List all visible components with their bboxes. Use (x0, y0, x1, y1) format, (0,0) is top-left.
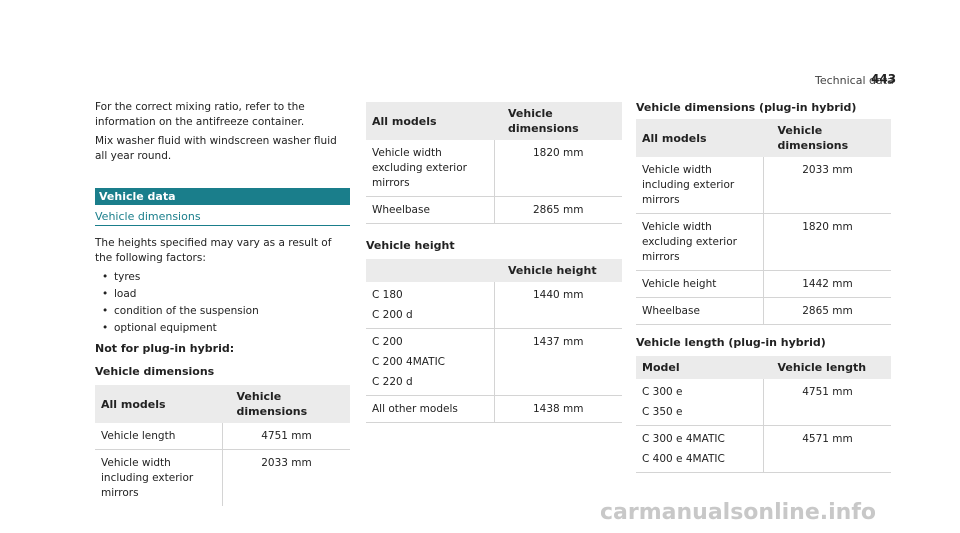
model-label: C 350 e (642, 406, 683, 418)
table-row: C 300 e C 350 e 4751 mm (636, 379, 891, 426)
dimensions-table: All models Vehicle dimensions Vehicle le… (95, 385, 350, 506)
plugin-dimensions-heading: Vehicle dimensions (plug-in hybrid) (636, 101, 857, 114)
model-label: C 200 d (372, 309, 413, 321)
plugin-length-table: Model Vehicle length C 300 e C 350 e 475… (636, 356, 891, 473)
model-label: C 300 e 4MATIC (642, 433, 725, 445)
table-cell: C 180 C 200 d (366, 282, 495, 329)
table-cell: C 200 C 200 4MATIC C 220 d (366, 328, 495, 396)
washer-fluid-paragraph: Mix washer fluid with windscreen washer … (95, 135, 337, 162)
table-header: Vehicle height (494, 259, 622, 282)
table-cell: C 300 e 4MATIC C 400 e 4MATIC (636, 425, 764, 473)
not-plugin-heading: Not for plug-in hybrid: (95, 342, 235, 355)
list-item: condition of the suspension (95, 304, 350, 319)
table-cell: 1820 mm (763, 213, 891, 271)
table-header (366, 259, 494, 282)
table-row: Vehicle width excluding exterior mirrors… (366, 140, 622, 197)
heights-intro: The heights specified may vary as a resu… (95, 237, 332, 264)
table-cell: 2865 mm (494, 196, 622, 224)
model-label: C 200 4MATIC (372, 356, 445, 368)
table-header-row: Model Vehicle length (636, 356, 891, 379)
plugin-length-heading: Vehicle length (plug-in hybrid) (636, 336, 826, 349)
column-3: Vehicle dimensions (plug-in hybrid) All … (636, 100, 891, 473)
table-cell: 1438 mm (494, 395, 622, 423)
plugin-dimensions-table: All models Vehicle dimensions Vehicle wi… (636, 119, 891, 325)
watermark: carmanualsonline.info (600, 500, 876, 525)
table-row: Wheelbase 2865 mm (636, 297, 891, 325)
table-row: All other models 1438 mm (366, 395, 622, 423)
table-row: Vehicle length 4751 mm (95, 423, 350, 450)
table-cell: Vehicle length (95, 423, 223, 450)
table-cell: 2033 mm (763, 157, 891, 214)
table-row: Vehicle width excluding exterior mirrors… (636, 213, 891, 271)
model-label: C 200 (372, 336, 403, 348)
section-heading-vehicle-data: Vehicle data (95, 188, 350, 205)
table-cell: Vehicle width including exterior mirrors (95, 449, 223, 506)
column-1: For the correct mixing ratio, refer to t… (95, 100, 350, 506)
table-cell: 4751 mm (222, 423, 350, 450)
table-cell: All other models (366, 395, 495, 423)
page-number: 443 (871, 72, 897, 86)
table-header-row: Vehicle height (366, 259, 622, 282)
table-cell: Vehicle width excluding exterior mirrors (636, 213, 764, 271)
table-header: All models (95, 385, 223, 423)
table-header-row: All models Vehicle dimensions (366, 102, 622, 140)
model-label: C 180 (372, 289, 403, 301)
dimensions-heading: Vehicle dimensions (95, 365, 215, 378)
table-row: C 300 e 4MATIC C 400 e 4MATIC 4571 mm (636, 425, 891, 473)
table-cell: Vehicle height (636, 270, 764, 298)
subheading-vehicle-dimensions: Vehicle dimensions (95, 209, 350, 226)
table-header: Vehicle length (763, 356, 891, 379)
table-row: C 180 C 200 d 1440 mm (366, 282, 622, 329)
table-cell: 1820 mm (494, 140, 622, 197)
column-2: All models Vehicle dimensions Vehicle wi… (366, 102, 622, 423)
factors-list: tyres load condition of the suspension o… (95, 270, 350, 336)
table-row: Wheelbase 2865 mm (366, 196, 622, 224)
table-header: Vehicle dimensions (763, 119, 891, 157)
table-header: Vehicle dimensions (494, 102, 622, 140)
table-header-row: All models Vehicle dimensions (636, 119, 891, 157)
table-cell: 1437 mm (494, 328, 622, 396)
model-label: C 400 e 4MATIC (642, 453, 725, 465)
table-cell: 4751 mm (763, 379, 891, 426)
antifreeze-paragraph: For the correct mixing ratio, refer to t… (95, 101, 305, 128)
table-header: Vehicle dimensions (222, 385, 350, 423)
table-row: Vehicle width including exterior mirrors… (636, 157, 891, 214)
model-label: All other models (372, 403, 458, 415)
list-item: load (95, 287, 350, 302)
table-row: Vehicle width including exterior mirrors… (95, 449, 350, 506)
table-header: Model (636, 356, 764, 379)
table-cell: 4571 mm (763, 425, 891, 473)
table-header: All models (366, 102, 494, 140)
vehicle-height-heading: Vehicle height (366, 239, 455, 252)
vehicle-height-table: Vehicle height C 180 C 200 d 1440 mm C 2… (366, 259, 622, 423)
table-header-row: All models Vehicle dimensions (95, 385, 350, 423)
table-cell: Vehicle width excluding exterior mirrors (366, 140, 495, 197)
table-cell: Wheelbase (636, 297, 764, 325)
list-item: optional equipment (95, 321, 350, 336)
table-cell: Vehicle width including exterior mirrors (636, 157, 764, 214)
table-cell: 1442 mm (763, 270, 891, 298)
table-cell: Wheelbase (366, 196, 495, 224)
list-item: tyres (95, 270, 350, 285)
table-row: Vehicle height 1442 mm (636, 270, 891, 298)
model-label: C 300 e (642, 386, 683, 398)
dimensions-table-continued: All models Vehicle dimensions Vehicle wi… (366, 102, 622, 224)
table-cell: C 300 e C 350 e (636, 379, 764, 426)
table-row: C 200 C 200 4MATIC C 220 d 1437 mm (366, 328, 622, 396)
model-label: C 220 d (372, 376, 413, 388)
table-cell: 1440 mm (494, 282, 622, 329)
table-header: All models (636, 119, 764, 157)
table-cell: 2865 mm (763, 297, 891, 325)
table-cell: 2033 mm (261, 457, 312, 469)
